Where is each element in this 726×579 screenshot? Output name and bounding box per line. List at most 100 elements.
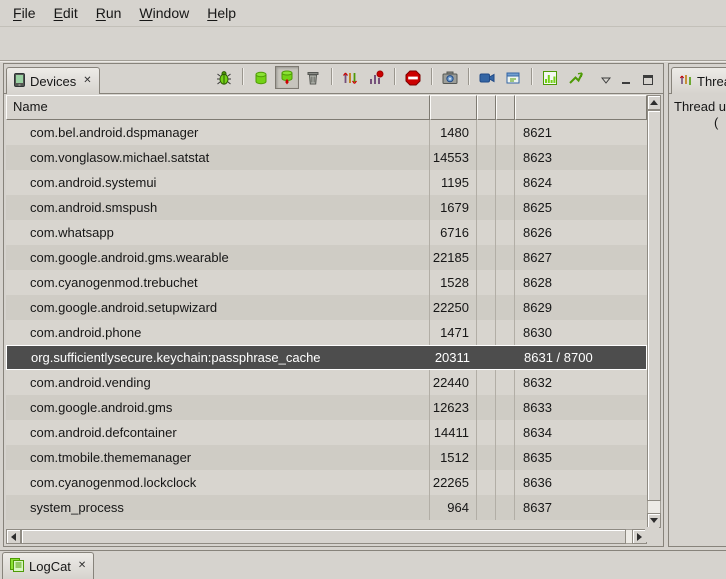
process-pid: 20311 [431, 346, 478, 369]
process-pid: 1679 [430, 195, 477, 220]
process-pid: 1528 [430, 270, 477, 295]
update-threads-icon[interactable] [338, 66, 362, 89]
empty-cell [477, 245, 496, 270]
table-row[interactable]: com.google.android.setupwizard222508629 [6, 295, 647, 320]
menu-item-help[interactable]: Help [198, 1, 245, 25]
debug-process-icon[interactable] [212, 66, 236, 89]
threads-message-line1: Thread up [674, 99, 726, 115]
process-port: 8627 [515, 245, 647, 270]
column-header-name[interactable]: Name [6, 95, 430, 120]
menu-item-file[interactable]: File [4, 1, 45, 25]
tab-logcat-label: LogCat [29, 559, 71, 574]
tab-devices[interactable]: Devices ✕ [6, 67, 100, 94]
empty-cell [496, 170, 515, 195]
sysinfo-icon[interactable] [538, 66, 562, 89]
process-name: system_process [6, 495, 430, 520]
tab-logcat[interactable]: LogCat ✕ [2, 552, 94, 579]
toolbar-separator [431, 68, 432, 85]
process-port: 8634 [515, 420, 647, 445]
view-header-controls [588, 75, 663, 93]
empty-cell [496, 270, 515, 295]
toolbar-separator [331, 68, 332, 85]
menu-item-edit[interactable]: Edit [45, 1, 87, 25]
empty-cell [496, 370, 515, 395]
process-name: com.cyanogenmod.trebuchet [6, 270, 430, 295]
menu-item-run[interactable]: Run [87, 1, 131, 25]
empty-cell [477, 145, 496, 170]
view-hierarchy-icon[interactable] [501, 66, 525, 89]
devices-pane-header: Devices ✕ [4, 64, 663, 94]
empty-cell [477, 370, 496, 395]
horizontal-scrollbar [6, 529, 647, 544]
empty-cell [496, 420, 515, 445]
tab-devices-label: Devices [30, 74, 76, 89]
logcat-icon [10, 558, 24, 575]
empty-cell [496, 195, 515, 220]
dump-hprof-icon[interactable] [275, 66, 299, 89]
update-heap-icon[interactable] [249, 66, 273, 89]
tab-threads[interactable]: Threads [671, 67, 726, 94]
process-pid: 964 [430, 495, 477, 520]
table-row[interactable]: com.cyanogenmod.trebuchet1528 8628 [6, 270, 647, 295]
empty-cell [477, 420, 496, 445]
process-name: com.cyanogenmod.lockclock [6, 470, 430, 495]
table-row[interactable]: com.android.vending224408632 [6, 370, 647, 395]
horizontal-scrollbar-thumb[interactable] [21, 529, 626, 544]
table-row[interactable]: com.android.defcontainer144118634 [6, 420, 647, 445]
start-method-profiling-icon[interactable] [364, 66, 388, 89]
process-name: com.android.phone [6, 320, 430, 345]
menu-item-window[interactable]: Window [130, 1, 198, 25]
empty-cell [496, 245, 515, 270]
minimize-icon[interactable] [622, 76, 632, 85]
process-name: com.google.android.gms.wearable [6, 245, 430, 270]
process-name: com.android.vending [6, 370, 430, 395]
column-header-empty-1[interactable] [477, 95, 496, 120]
maximize-icon[interactable] [643, 75, 654, 85]
process-name: com.google.android.gms [6, 395, 430, 420]
column-header-empty-2[interactable] [496, 95, 515, 120]
empty-cell [496, 145, 515, 170]
process-port: 8630 [515, 320, 647, 345]
scroll-down-arrow[interactable] [647, 513, 661, 528]
process-port: 8628 [515, 270, 647, 295]
stop-process-icon[interactable] [401, 66, 425, 89]
process-port: 8631 / 8700 [516, 346, 646, 369]
scroll-left-arrow[interactable] [6, 529, 21, 544]
screen-record-icon[interactable] [475, 66, 499, 89]
table-row[interactable]: com.whatsapp67168626 [6, 220, 647, 245]
empty-cell [477, 320, 496, 345]
empty-cell [477, 195, 496, 220]
device-icon [14, 73, 25, 90]
table-row[interactable]: org.sufficientlysecure.keychain:passphra… [6, 345, 647, 370]
close-icon[interactable]: ✕ [76, 561, 86, 571]
process-pid: 6716 [430, 220, 477, 245]
vertical-scrollbar [647, 95, 661, 528]
empty-cell [496, 445, 515, 470]
table-row[interactable]: com.cyanogenmod.lockclock222658636 [6, 470, 647, 495]
empty-cell [477, 295, 496, 320]
cause-gc-icon[interactable] [301, 66, 325, 89]
process-name: com.tmobile.thememanager [6, 445, 430, 470]
scroll-up-arrow[interactable] [647, 95, 661, 110]
view-menu-icon[interactable] [601, 77, 611, 84]
process-port: 8635 [515, 445, 647, 470]
process-pid: 22265 [430, 470, 477, 495]
vertical-scrollbar-thumb[interactable] [647, 110, 661, 501]
table-row[interactable]: com.android.systemui11958624 [6, 170, 647, 195]
table-row[interactable]: com.tmobile.thememanager15128635 [6, 445, 647, 470]
menubar: File Edit Run Window Help [0, 0, 726, 27]
table-row[interactable]: com.google.android.gms126238633 [6, 395, 647, 420]
screen-capture-icon[interactable] [438, 66, 462, 89]
process-name: com.android.defcontainer [6, 420, 430, 445]
table-row[interactable]: com.google.android.gms.wearable221858627 [6, 245, 647, 270]
table-row[interactable]: system_process9648637 [6, 495, 647, 520]
table-row[interactable]: com.android.smspush16798625 [6, 195, 647, 220]
column-header-pid[interactable] [430, 95, 477, 120]
opengl-trace-icon[interactable] [564, 66, 588, 89]
column-header-port[interactable] [515, 95, 647, 120]
close-icon[interactable]: ✕ [81, 76, 91, 86]
table-row[interactable]: com.vonglasow.michael.satstat145538623 [6, 145, 647, 170]
table-row[interactable]: com.bel.android.dspmanager14808621 [6, 120, 647, 145]
table-row[interactable]: com.android.phone14718630 [6, 320, 647, 345]
process-port: 8629 [515, 295, 647, 320]
